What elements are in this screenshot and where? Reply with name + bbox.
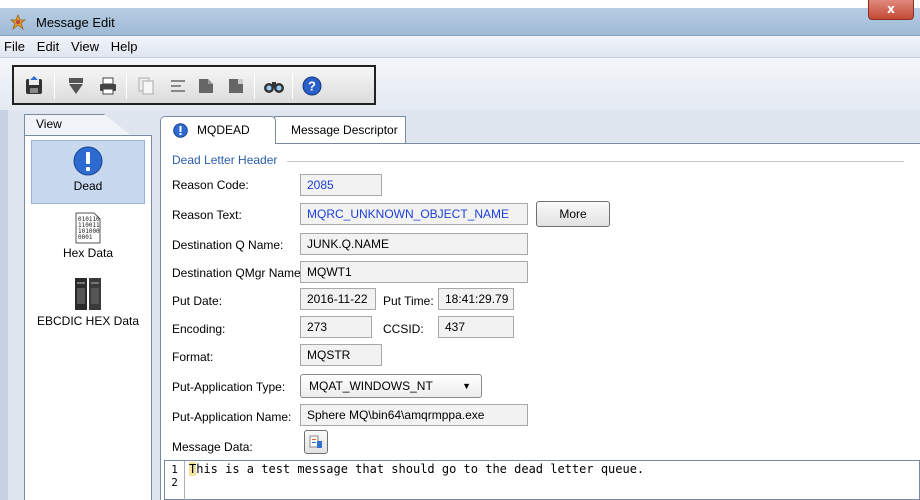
tab-view-label: View bbox=[36, 117, 62, 131]
menu-help[interactable]: Help bbox=[106, 36, 141, 54]
ccsid-label: CCSID: bbox=[383, 322, 424, 336]
app-icon bbox=[10, 14, 26, 30]
svg-text:?: ? bbox=[308, 79, 316, 94]
message-tabs: Message Descriptor MQDEAD bbox=[160, 114, 920, 144]
help-icon[interactable]: ? bbox=[300, 74, 324, 98]
put-app-type-value: MQAT_WINDOWS_NT bbox=[309, 379, 433, 393]
nav-item-ebcdic-hex-data-label: EBCDIC HEX Data bbox=[36, 314, 140, 328]
section-title: Dead Letter Header bbox=[172, 153, 278, 167]
find-icon[interactable] bbox=[262, 74, 286, 98]
nav-item-hex-data[interactable]: 010110 110011 101000 0001 Hex Data bbox=[31, 208, 145, 268]
put-time-label: Put Time: bbox=[383, 294, 434, 308]
menu-edit[interactable]: Edit bbox=[32, 36, 62, 54]
menu-bar: File Edit View Help bbox=[0, 36, 920, 58]
nav-item-hex-data-label: Hex Data bbox=[62, 246, 114, 260]
dest-qmgr-name-field[interactable]: MQWT1 bbox=[300, 261, 528, 283]
tab-message-descriptor-label: Message Descriptor bbox=[291, 123, 398, 137]
window-title: Message Edit bbox=[36, 15, 115, 30]
message-data-label: Message Data: bbox=[172, 440, 253, 454]
nav-item-ebcdic-hex-data[interactable]: EBCDIC HEX Data bbox=[31, 272, 145, 336]
align-icon[interactable] bbox=[166, 74, 190, 98]
tab-mqdead-label: MQDEAD bbox=[197, 123, 250, 137]
editor-text[interactable]: This is a test message that should go to… bbox=[189, 462, 645, 476]
encoding-label: Encoding: bbox=[172, 322, 226, 336]
edit-message-data-button[interactable] bbox=[304, 430, 328, 454]
desktop-strip bbox=[0, 0, 920, 8]
line-number: 1 bbox=[171, 463, 178, 476]
ccsid-field[interactable]: 437 bbox=[438, 316, 514, 338]
menu-view[interactable]: View bbox=[66, 36, 102, 54]
toolbar-separator bbox=[292, 73, 293, 99]
toolbar-separator bbox=[54, 73, 55, 99]
section-divider bbox=[287, 161, 904, 162]
hex-data-icon: 010110 110011 101000 0001 bbox=[75, 212, 101, 244]
import-icon[interactable] bbox=[64, 74, 88, 98]
encoding-field[interactable]: 273 bbox=[300, 316, 372, 338]
nav-item-dead-label: Dead bbox=[73, 179, 103, 193]
put-time-field[interactable]: 18:41:29.79 bbox=[438, 288, 514, 310]
edit-data-icon bbox=[309, 435, 322, 448]
toolbar: ? bbox=[12, 65, 376, 105]
dest-q-name-label: Destination Q Name: bbox=[172, 238, 284, 252]
line-number-gutter: 1 2 bbox=[165, 461, 185, 500]
put-date-field[interactable]: 2016-11-22 bbox=[300, 288, 376, 310]
toolbar-separator bbox=[126, 73, 127, 99]
print-icon[interactable] bbox=[96, 74, 120, 98]
more-button[interactable]: More bbox=[536, 201, 610, 227]
put-app-type-label: Put-Application Type: bbox=[172, 380, 286, 394]
tab-view[interactable]: View bbox=[24, 114, 132, 136]
save-icon[interactable] bbox=[22, 74, 46, 98]
load-icon[interactable] bbox=[194, 74, 218, 98]
left-edge-strip bbox=[0, 110, 8, 500]
menu-file[interactable]: File bbox=[0, 36, 28, 54]
put-app-name-label: Put-Application Name: bbox=[172, 410, 292, 424]
reason-code-field[interactable]: 2085 bbox=[300, 174, 382, 196]
tab-message-descriptor[interactable]: Message Descriptor bbox=[274, 116, 406, 144]
dest-q-name-field[interactable]: JUNK.Q.NAME bbox=[300, 233, 528, 255]
format-label: Format: bbox=[172, 350, 214, 364]
svg-text:0001: 0001 bbox=[78, 234, 93, 241]
chevron-down-icon: ▼ bbox=[462, 381, 471, 391]
format-field[interactable]: MQSTR bbox=[300, 344, 382, 366]
message-data-editor[interactable]: 1 2 This is a test message that should g… bbox=[164, 460, 920, 500]
dest-qmgr-name-label: Destination QMgr Name: bbox=[172, 266, 305, 280]
line-number: 2 bbox=[171, 476, 178, 489]
editor-line-1: his is a test message that should go to … bbox=[196, 462, 645, 476]
ebcdic-icon bbox=[75, 278, 101, 310]
dead-letter-icon bbox=[73, 146, 103, 176]
put-app-name-field[interactable]: Sphere MQ\bin64\amqrmppa.exe bbox=[300, 404, 528, 426]
title-bar: Message Edit bbox=[0, 8, 920, 36]
toolbar-separator bbox=[254, 73, 255, 99]
reason-text-field[interactable]: MQRC_UNKNOWN_OBJECT_NAME bbox=[300, 203, 528, 225]
reason-code-label: Reason Code: bbox=[172, 178, 249, 192]
close-button[interactable]: x bbox=[868, 0, 914, 20]
export-icon[interactable] bbox=[224, 74, 248, 98]
reason-text-label: Reason Text: bbox=[172, 208, 242, 222]
put-app-type-select[interactable]: MQAT_WINDOWS_NT ▼ bbox=[300, 374, 482, 398]
tab-mqdead[interactable]: MQDEAD bbox=[160, 116, 276, 144]
copy-icon[interactable] bbox=[134, 74, 158, 98]
view-panel: Dead 010110 110011 101000 0001 Hex Data … bbox=[24, 135, 152, 500]
put-date-label: Put Date: bbox=[172, 294, 223, 308]
mqdead-panel bbox=[160, 143, 920, 500]
nav-item-dead[interactable]: Dead bbox=[31, 140, 145, 204]
info-icon bbox=[173, 123, 188, 138]
toolbar-area: ? bbox=[0, 58, 920, 110]
